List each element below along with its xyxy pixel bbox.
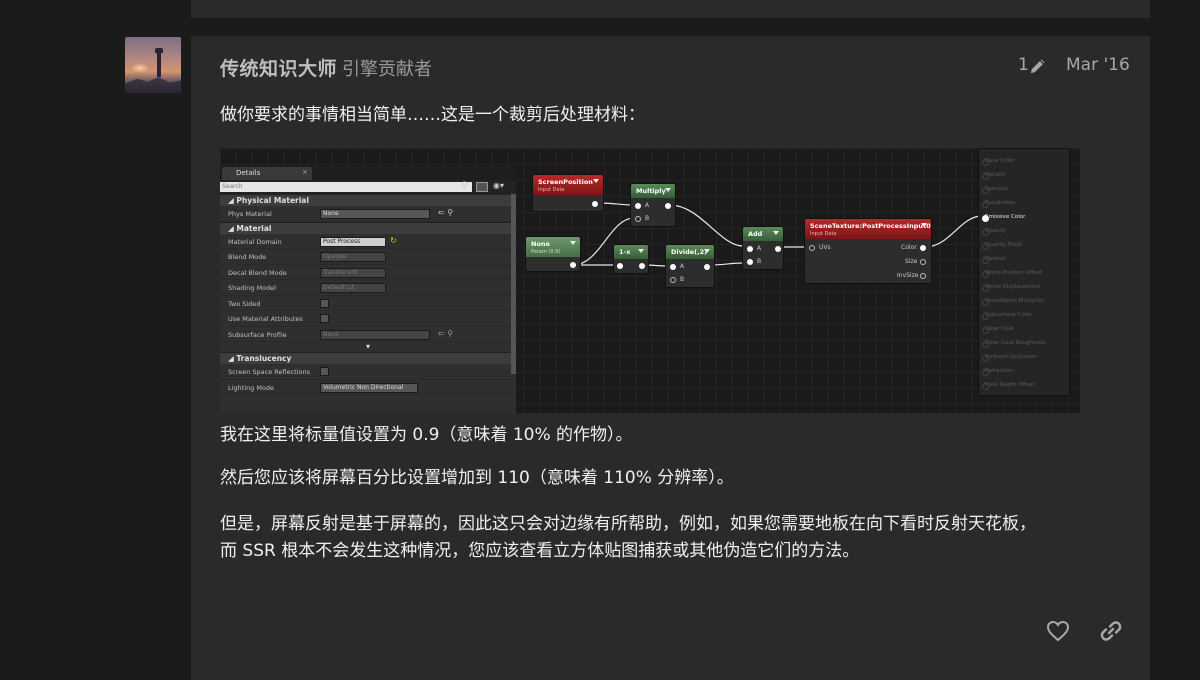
material-editor-image[interactable]: Details × Search ⚲ ◉▾ ◢ Physical Materia…	[220, 148, 1080, 413]
post-paragraph-2: 我在这里将标量值设置为 0.9（意味着 10% 的作物）。	[220, 425, 633, 445]
output-pin	[920, 245, 926, 251]
node-title: SceneTexture:PostProcessInput0	[810, 222, 931, 230]
result-pin: Refraction	[981, 368, 1014, 376]
collapse-icon	[570, 241, 576, 245]
result-pin: Clear Coat	[982, 326, 1014, 334]
pin-label: A	[645, 202, 650, 209]
collapse-icon	[638, 249, 644, 253]
result-pin: Roughness	[981, 200, 1016, 208]
node-title: 1-x	[619, 248, 631, 256]
output-pin	[639, 263, 645, 269]
result-pin: Base Color	[982, 158, 1015, 166]
pin-label: A	[757, 245, 762, 252]
collapse-icon	[665, 188, 671, 192]
input-pin	[670, 277, 676, 283]
heart-icon[interactable]	[1046, 620, 1070, 642]
node-multiply: Multiply A B	[630, 183, 676, 227]
node-divide: Divide(,2) A B	[665, 244, 715, 288]
result-pin: World Displacement	[981, 284, 1041, 292]
node-scene-texture: SceneTexture:PostProcessInput0 Input Data…	[804, 218, 932, 284]
node-header: None Param (0.9)	[526, 237, 580, 257]
output-pin	[592, 201, 598, 207]
node-screen-position: ScreenPosition Input Data	[532, 174, 604, 212]
link-icon[interactable]	[1099, 619, 1123, 643]
node-title: Add	[748, 230, 763, 238]
result-pin-active: Emissive Color	[981, 214, 1026, 222]
pin-label: B	[680, 276, 685, 283]
input-pin	[617, 263, 623, 269]
result-pin: Opacity	[981, 228, 1007, 236]
avatar-rocks	[125, 77, 181, 93]
post-paragraph-4-line-1: 但是，屏幕反射是基于屏幕的，因此这只会对边缘有所帮助，例如，如果您需要地板在向下…	[220, 514, 1036, 534]
input-pin	[635, 216, 641, 222]
node-add: Add A B	[742, 226, 784, 270]
collapse-icon	[921, 223, 927, 227]
avatar-sun	[131, 63, 149, 73]
input-pin	[747, 246, 753, 252]
node-title: None	[531, 240, 550, 248]
previous-post-card	[191, 0, 1150, 18]
pin-label: B	[757, 258, 762, 265]
result-pin: Metallic	[981, 172, 1007, 180]
node-header: Multiply	[631, 184, 675, 198]
pin-label: A	[680, 263, 685, 270]
output-pin	[920, 259, 926, 265]
post-paragraph-1: 做你要求的事情相当简单……这是一个裁剪后处理材料：	[220, 105, 645, 125]
result-pin: Normal	[982, 256, 1005, 264]
collapse-icon	[704, 249, 710, 253]
post-paragraph-3: 然后您应该将屏幕百分比设置增加到 110（意味着 110% 分辨率）。	[220, 468, 734, 488]
result-pin: Opacity Mask	[981, 242, 1023, 250]
input-pin	[809, 245, 815, 251]
node-title: Divide(,2)	[671, 248, 708, 256]
pin-label: Color	[901, 244, 917, 251]
result-pin: Specular	[981, 186, 1010, 194]
post-username[interactable]: 传统知识大师	[220, 54, 337, 81]
post-paragraph-4-line-2: 而 SSR 根本不会发生这种情况，您应该查看立方体贴图捕获或其他伪造它们的方法。	[220, 541, 860, 561]
collapse-icon	[773, 231, 779, 235]
node-header: ScreenPosition Input Data	[533, 175, 603, 195]
pin-label: Size	[905, 258, 918, 265]
input-pin	[635, 203, 641, 209]
node-header: 1-x	[614, 245, 648, 259]
output-pin	[570, 262, 576, 268]
pencil-icon[interactable]	[1028, 56, 1048, 76]
result-pin: World Position Offset	[981, 270, 1043, 278]
node-subtitle: Param (0.9)	[531, 249, 561, 255]
output-pin	[775, 246, 781, 252]
pin-label: B	[645, 215, 650, 222]
node-title: ScreenPosition	[538, 178, 593, 186]
collapse-icon	[593, 179, 599, 183]
result-pin: Clear Coat Roughness	[982, 340, 1046, 348]
material-result-node: Base Color Metallic Specular Roughness E…	[978, 148, 1070, 396]
node-header: SceneTexture:PostProcessInput0 Input Data	[805, 219, 931, 239]
result-pin: Subsurface Color	[982, 312, 1032, 320]
output-pin	[920, 273, 926, 279]
output-pin	[665, 203, 671, 209]
result-pin: Tessellation Multiplier	[981, 298, 1045, 306]
result-pin: Ambient Occlusion	[982, 354, 1037, 362]
node-one-minus: 1-x	[613, 244, 649, 274]
node-scalar-param: None Param (0.9)	[525, 236, 581, 272]
input-pin	[670, 264, 676, 270]
avatar[interactable]	[125, 37, 181, 93]
output-pin	[704, 264, 710, 270]
avatar-lighthouse	[157, 51, 161, 77]
node-subtitle: Input Data	[810, 231, 837, 237]
post-user-title: 引擎贡献者	[342, 59, 432, 80]
post-date[interactable]: Mar '16	[1066, 55, 1130, 75]
input-pin	[747, 259, 753, 265]
pin-label: InvSize	[897, 272, 919, 279]
result-pin: Pixel Depth Offset	[982, 382, 1035, 390]
node-header: Divide(,2)	[666, 245, 714, 259]
node-title: Multiply	[636, 187, 666, 195]
node-header: Add	[743, 227, 783, 241]
node-subtitle: Input Data	[538, 187, 565, 193]
pin-label: UVs	[819, 244, 831, 251]
